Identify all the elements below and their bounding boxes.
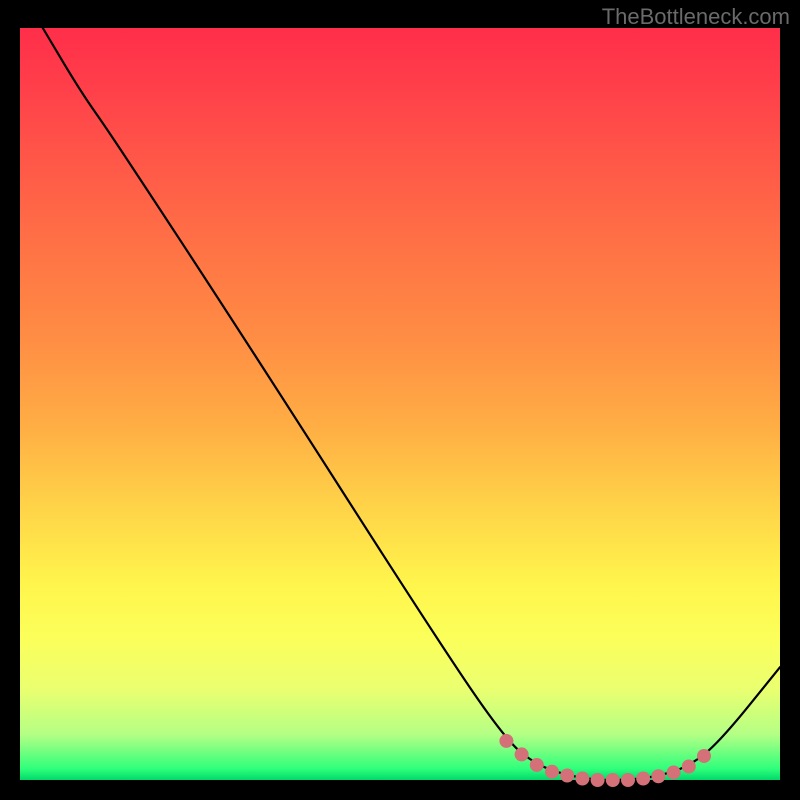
highlight-dot	[697, 749, 711, 763]
highlight-dot	[530, 758, 544, 772]
attribution-text: TheBottleneck.com	[602, 4, 790, 30]
highlight-dot	[606, 773, 620, 787]
highlight-dot	[636, 772, 650, 786]
chart-plot-area	[20, 28, 780, 780]
bottleneck-curve	[43, 28, 780, 780]
highlight-dot	[575, 772, 589, 786]
highlight-dot	[560, 768, 574, 782]
highlight-dot	[667, 765, 681, 779]
highlight-dot	[545, 765, 559, 779]
chart-svg	[20, 28, 780, 780]
highlight-dot	[515, 747, 529, 761]
highlight-dot	[621, 773, 635, 787]
highlight-dot	[651, 769, 665, 783]
highlight-dot	[499, 734, 513, 748]
highlight-dot	[682, 759, 696, 773]
highlight-dot	[591, 773, 605, 787]
